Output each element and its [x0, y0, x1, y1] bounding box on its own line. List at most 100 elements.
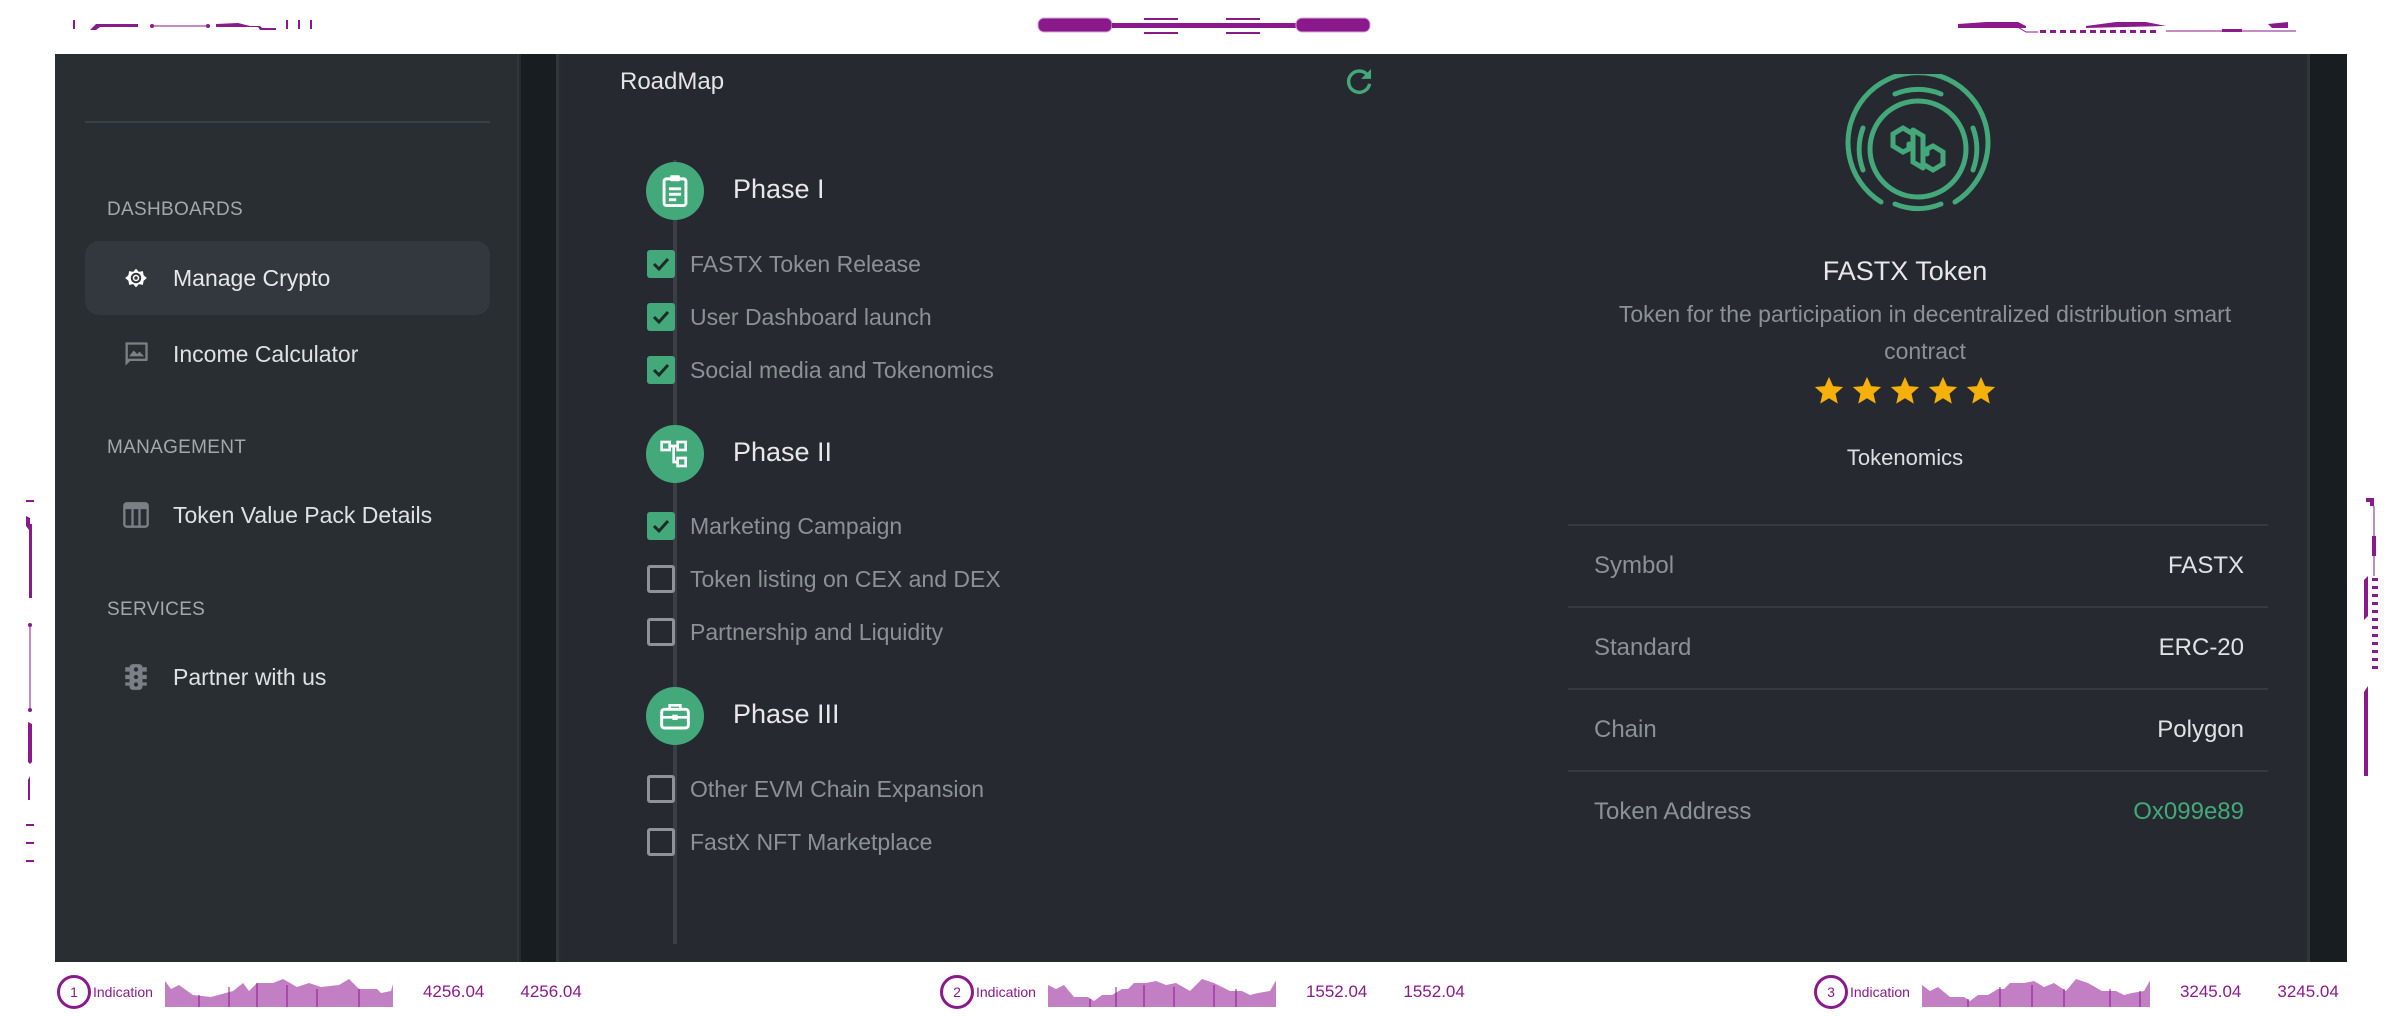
detail-row-symbol: Symbol FASTX	[1568, 524, 2268, 606]
ticker-label: Indication	[1850, 984, 1910, 1000]
ticker-item: 2 Indication 1552.04 1552.04	[940, 974, 1465, 1010]
detail-key: Chain	[1594, 716, 1657, 743]
task-label: Token listing on CEX and DEX	[690, 565, 1001, 592]
checkbox-unchecked[interactable]	[647, 828, 675, 856]
phase-title: Phase I	[733, 174, 825, 204]
sparkline	[1921, 979, 2150, 1007]
task-item[interactable]: Social media and Tokenomics	[647, 354, 994, 386]
task-label: Marketing Campaign	[690, 512, 903, 539]
token-details-table: Symbol FASTX Standard ERC-20 Chain Polyg…	[1568, 524, 2268, 852]
sidebar-section-services: SERVICES	[107, 599, 206, 620]
detail-row-standard: Standard ERC-20	[1568, 606, 2268, 688]
ticker-value: 4256.04	[520, 982, 582, 1001]
task-item[interactable]: Marketing Campaign	[647, 510, 902, 542]
sidebar-resize-gutter	[521, 54, 559, 962]
token-address-link[interactable]: Ox099e89	[2133, 798, 2244, 826]
polygon-token-logo-icon	[1843, 70, 1993, 224]
tokenomics-label: Tokenomics	[1846, 445, 1964, 470]
ticker-item: 1 Indication 4256.04 4256.04	[57, 974, 582, 1010]
frame-decoration-top-center	[1036, 14, 1372, 38]
sidebar-item-income-calculator[interactable]: Income Calculator	[85, 317, 490, 391]
star-icon	[1888, 374, 1922, 408]
frame-decoration-left	[24, 500, 36, 880]
right-scroll-gutter	[2307, 54, 2347, 962]
checkbox-checked[interactable]	[647, 356, 675, 384]
detail-row-token-address: Token Address Ox099e89	[1568, 770, 2268, 852]
sidebar-item-label: Token Value Pack Details	[173, 501, 433, 528]
star-icon	[1964, 374, 1998, 408]
checkbox-unchecked[interactable]	[647, 775, 675, 803]
briefcase-icon	[646, 687, 704, 745]
table-icon	[121, 500, 151, 530]
task-item[interactable]: Partnership and Liquidity	[647, 616, 943, 648]
roadmap-panel: RoadMap Phase I FASTX Token Release User…	[562, 54, 2304, 962]
ticker-index: 1	[57, 975, 91, 1009]
sidebar: DASHBOARDS Manage Crypto Income Calculat…	[55, 54, 519, 962]
ticker-index: 3	[1814, 975, 1848, 1009]
ticker-label: Indication	[976, 984, 1036, 1000]
task-label: Partnership and Liquidity	[690, 618, 944, 645]
token-card: FASTX Token Token for the participation …	[1555, 54, 2268, 962]
star-icon	[1812, 374, 1846, 408]
checkbox-unchecked[interactable]	[647, 565, 675, 593]
checkbox-checked[interactable]	[647, 303, 675, 331]
star-icon	[1926, 374, 1960, 408]
sidebar-item-label: Income Calculator	[173, 340, 359, 367]
sidebar-divider	[85, 121, 490, 123]
sparkline	[164, 979, 393, 1007]
ticker-item: 3 Indication 3245.04 3245.04	[1814, 974, 2339, 1010]
phase-title: Phase III	[733, 699, 840, 729]
task-label: Other EVM Chain Expansion	[690, 775, 985, 802]
task-label: Social media and Tokenomics	[690, 356, 994, 383]
task-label: FASTX Token Release	[690, 250, 921, 277]
sidebar-section-dashboards: DASHBOARDS	[107, 199, 244, 220]
phase-title: Phase II	[733, 437, 833, 467]
ticker-value: 3245.04	[2179, 982, 2242, 1001]
task-item[interactable]: Token listing on CEX and DEX	[647, 563, 1001, 595]
rating-stars	[1555, 374, 2255, 408]
detail-row-chain: Chain Polygon	[1568, 688, 2268, 770]
detail-value: Polygon	[2157, 716, 2244, 743]
sidebar-item-manage-crypto[interactable]: Manage Crypto	[85, 241, 490, 315]
checkbox-unchecked[interactable]	[647, 618, 675, 646]
refresh-icon[interactable]	[1342, 64, 1376, 98]
hierarchy-icon	[646, 425, 704, 483]
task-item[interactable]: FASTX Token Release	[647, 248, 921, 280]
sidebar-item-label: Manage Crypto	[173, 264, 331, 291]
sparkline	[1047, 979, 1276, 1007]
app-window: DASHBOARDS Manage Crypto Income Calculat…	[55, 54, 2347, 962]
frame-decoration-right	[2362, 496, 2386, 796]
token-name: FASTX Token	[1822, 256, 1988, 286]
task-label: User Dashboard launch	[690, 303, 932, 330]
task-item[interactable]: Other EVM Chain Expansion	[647, 773, 984, 805]
sidebar-item-token-value-pack-details[interactable]: Token Value Pack Details	[85, 478, 490, 552]
gear-icon	[121, 263, 151, 293]
traffic-light-icon	[121, 662, 151, 692]
ticker-index: 2	[940, 975, 974, 1009]
detail-key: Symbol	[1594, 552, 1675, 579]
detail-key: Token Address	[1594, 798, 1752, 825]
sidebar-item-partner-with-us[interactable]: Partner with us	[85, 640, 490, 714]
ticker-value: 1552.04	[1305, 982, 1368, 1001]
frame-decoration-top-left	[70, 14, 490, 34]
task-label: FastX NFT Marketplace	[690, 828, 933, 855]
token-description: Token for the participation in decentral…	[1618, 301, 2232, 364]
detail-key: Standard	[1594, 634, 1692, 661]
frame-decoration-top-right	[1956, 16, 2296, 36]
checkbox-checked[interactable]	[647, 250, 675, 278]
task-item[interactable]: FastX NFT Marketplace	[647, 826, 932, 858]
detail-value: ERC-20	[2158, 634, 2244, 661]
task-item[interactable]: User Dashboard launch	[647, 301, 932, 333]
ticker-value: 1552.04	[1403, 982, 1465, 1001]
roadmap-title: RoadMap	[620, 68, 725, 95]
sidebar-item-label: Partner with us	[173, 663, 327, 690]
ticker-value: 3245.04	[2277, 982, 2339, 1001]
checkbox-checked[interactable]	[647, 512, 675, 540]
ticker-label: Indication	[93, 984, 153, 1000]
ticker-value: 4256.04	[422, 982, 485, 1001]
sidebar-section-management: MANAGEMENT	[107, 437, 247, 458]
star-icon	[1850, 374, 1884, 408]
detail-value: FASTX	[2167, 552, 2244, 579]
clipboard-icon	[646, 162, 704, 220]
image-message-icon	[121, 339, 151, 369]
